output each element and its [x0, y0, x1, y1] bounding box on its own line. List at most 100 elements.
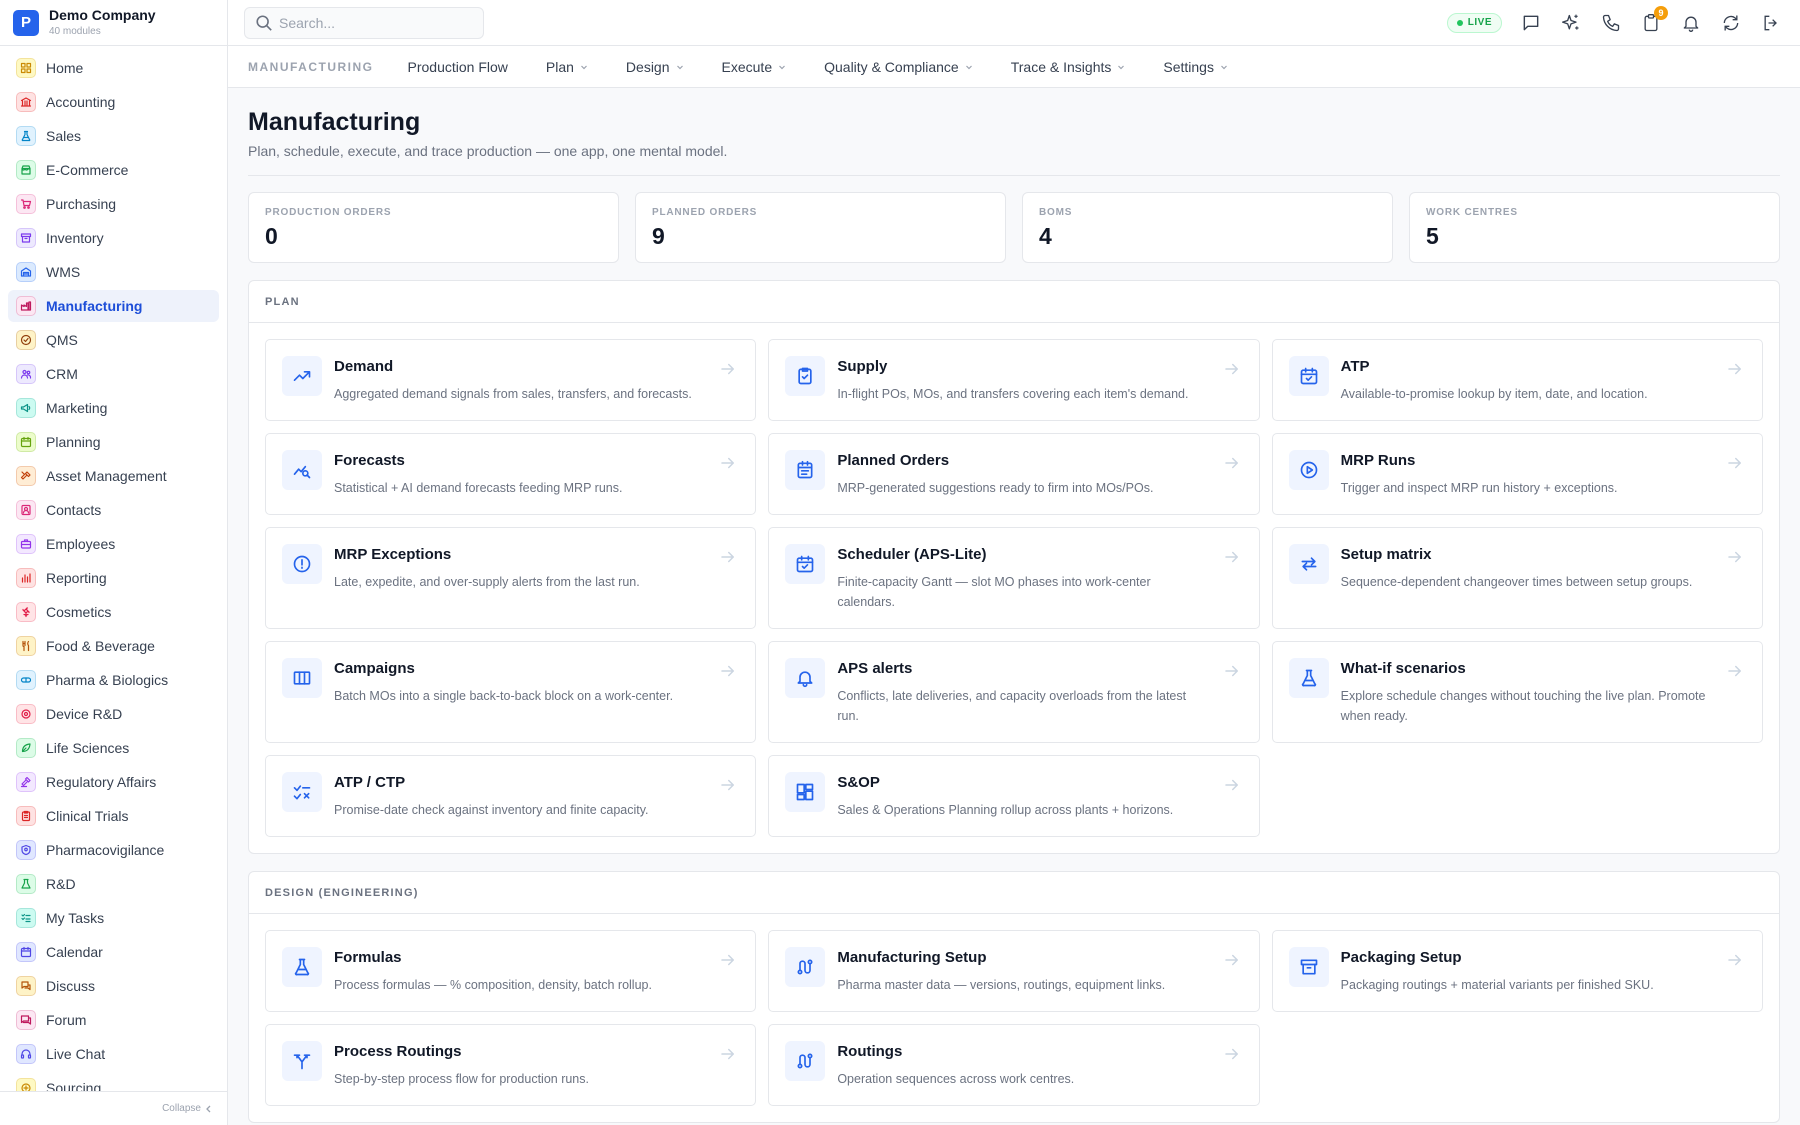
- sidebar-item-sales[interactable]: Sales: [8, 120, 219, 152]
- megaphone-icon-wrap: [16, 398, 36, 418]
- refresh-icon: [1723, 15, 1739, 30]
- sidebar-item-pharmacovigilance[interactable]: Pharmacovigilance: [8, 834, 219, 866]
- module-nav-execute[interactable]: Execute: [722, 59, 787, 75]
- clipboard-check-icon: [798, 367, 812, 385]
- sidebar: P Demo Company 40 modules Home Accounting…: [0, 0, 228, 1125]
- sidebar-item-r-d[interactable]: R&D: [8, 868, 219, 900]
- bar-chart-icon-wrap: [16, 568, 36, 588]
- sidebar-item-live-chat[interactable]: Live Chat: [8, 1038, 219, 1070]
- sidebar-item-forum[interactable]: Forum: [8, 1004, 219, 1036]
- logout-button[interactable]: [1760, 12, 1782, 34]
- card-atp-ctp[interactable]: ATP / CTP Promise-date check against inve…: [265, 755, 757, 837]
- card-process-routings[interactable]: Process Routings Step-by-step process flo…: [265, 1024, 757, 1106]
- card-demand[interactable]: Demand Aggregated demand signals from sal…: [265, 339, 757, 421]
- search-box[interactable]: [244, 6, 484, 39]
- sidebar-item-home[interactable]: Home: [8, 52, 219, 84]
- sidebar-item-sourcing[interactable]: Sourcing: [8, 1072, 219, 1091]
- card-supply[interactable]: Supply In-flight POs, MOs, and transfers …: [768, 339, 1260, 421]
- sidebar-item-life-sciences[interactable]: Life Sciences: [8, 732, 219, 764]
- search-input[interactable]: [279, 14, 469, 31]
- sidebar-item-label: Marketing: [46, 400, 108, 416]
- sidebar-item-food-beverage[interactable]: Food & Beverage: [8, 630, 219, 662]
- live-status-badge: LIVE: [1446, 12, 1502, 33]
- module-nav-design[interactable]: Design: [626, 59, 684, 75]
- sidebar-item-cosmetics[interactable]: Cosmetics: [8, 596, 219, 628]
- card-forecasts[interactable]: Forecasts Statistical + AI demand forecas…: [265, 433, 757, 515]
- card-atp[interactable]: ATP Available-to-promise lookup by item, …: [1271, 339, 1763, 421]
- leaf-icon-wrap: [16, 738, 36, 758]
- card-campaigns[interactable]: Campaigns Batch MOs into a single back-to…: [265, 641, 757, 743]
- main-content: Manufacturing Plan, schedule, execute, a…: [228, 88, 1800, 1125]
- card-aps-alerts[interactable]: APS alerts Conflicts, late deliveries, an…: [768, 641, 1260, 743]
- sidebar-item-qms[interactable]: QMS: [8, 324, 219, 356]
- notifications-button[interactable]: [1680, 12, 1702, 34]
- utensils-icon-wrap: [16, 636, 36, 656]
- sidebar-item-label: R&D: [46, 876, 76, 892]
- module-nav-plan[interactable]: Plan: [546, 59, 588, 75]
- collapse-button[interactable]: Collapse: [0, 1091, 227, 1125]
- sidebar-item-my-tasks[interactable]: My Tasks: [8, 902, 219, 934]
- card-manufacturing-setup[interactable]: Manufacturing Setup Pharma master data — …: [768, 930, 1260, 1012]
- module-nav-trace-insights[interactable]: Trace & Insights: [1011, 59, 1126, 75]
- users-icon-wrap: [16, 364, 36, 384]
- sidebar-item-label: Accounting: [46, 94, 116, 110]
- tasks-button[interactable]: 9: [1640, 5, 1668, 34]
- card-mrp-exceptions[interactable]: MRP Exceptions Late, expedite, and over-s…: [265, 527, 757, 629]
- sidebar-item-calendar[interactable]: Calendar: [8, 936, 219, 968]
- page-title: Manufacturing: [248, 108, 421, 136]
- sidebar-item-wms[interactable]: WMS: [8, 256, 219, 288]
- stat-card: BOMS 4: [1022, 192, 1393, 263]
- sidebar-item-regulatory-affairs[interactable]: Regulatory Affairs: [8, 766, 219, 798]
- sidebar-item-discuss[interactable]: Discuss: [8, 970, 219, 1002]
- card-routings[interactable]: Routings Operation sequences across work …: [768, 1024, 1260, 1106]
- collapse-label: Collapse: [162, 1103, 201, 1114]
- phone-button[interactable]: [1600, 12, 1622, 34]
- card-icon-wrap: [785, 947, 826, 987]
- sidebar-item-label: Food & Beverage: [46, 638, 155, 654]
- card-packaging-setup[interactable]: Packaging Setup Packaging routings + mate…: [1271, 930, 1763, 1012]
- module-nav-label: Plan: [545, 58, 574, 75]
- sidebar-item-asset-management[interactable]: Asset Management: [8, 460, 219, 492]
- logout-icon: [1764, 15, 1777, 30]
- sidebar-item-clinical-trials[interactable]: Clinical Trials: [8, 800, 219, 832]
- sidebar-item-inventory[interactable]: Inventory: [8, 222, 219, 254]
- module-nav-quality-compliance[interactable]: Quality & Compliance: [824, 59, 973, 75]
- sidebar-item-crm[interactable]: CRM: [8, 358, 219, 390]
- card-description: Sequence-dependent changeover times betw…: [1340, 575, 1693, 589]
- company-name: Demo Company: [49, 7, 156, 24]
- card-icon-wrap: [1288, 356, 1329, 396]
- card-setup-matrix[interactable]: Setup matrix Sequence-dependent changeove…: [1271, 527, 1763, 629]
- card-formulas[interactable]: Formulas Process formulas — % composition…: [265, 930, 757, 1012]
- chart-search-icon: [293, 465, 311, 479]
- sidebar-item-device-r-d[interactable]: Device R&D: [8, 698, 219, 730]
- ai-assistant-button[interactable]: [1560, 12, 1582, 34]
- card-title: MRP Runs: [1340, 452, 1416, 469]
- module-nav-settings[interactable]: Settings: [1163, 59, 1228, 75]
- sidebar-item-planning[interactable]: Planning: [8, 426, 219, 458]
- card-mrp-runs[interactable]: MRP Runs Trigger and inspect MRP run hist…: [1271, 433, 1763, 515]
- sidebar-item-purchasing[interactable]: Purchasing: [8, 188, 219, 220]
- card-scheduler-aps-lite[interactable]: Scheduler (APS-Lite) Finite-capacity Gant…: [768, 527, 1260, 629]
- sidebar-item-e-commerce[interactable]: E-Commerce: [8, 154, 219, 186]
- sidebar-nav: Home Accounting Sales E-Commerce Purchasing I…: [0, 46, 227, 1091]
- module-nav-production-flow[interactable]: Production Flow: [408, 59, 508, 75]
- company-switcher[interactable]: P Demo Company 40 modules: [0, 0, 227, 46]
- split-icon: [293, 1054, 311, 1070]
- card-description: Step-by-step process flow for production…: [334, 1072, 589, 1086]
- sidebar-item-reporting[interactable]: Reporting: [8, 562, 219, 594]
- sidebar-item-accounting[interactable]: Accounting: [8, 86, 219, 118]
- sidebar-item-manufacturing[interactable]: Manufacturing: [8, 290, 219, 322]
- sync-button[interactable]: [1720, 12, 1742, 34]
- sidebar-item-employees[interactable]: Employees: [8, 528, 219, 560]
- factory-icon-wrap: [16, 296, 36, 316]
- arrow-right-icon: [1224, 1048, 1238, 1060]
- messages-button[interactable]: [1520, 12, 1542, 34]
- clipboard-icon: [21, 810, 31, 822]
- sidebar-item-marketing[interactable]: Marketing: [8, 392, 219, 424]
- card-planned-orders[interactable]: Planned Orders MRP-generated suggestions …: [768, 433, 1260, 515]
- card-what-if-scenarios[interactable]: What-if scenarios Explore schedule change…: [1271, 641, 1763, 743]
- card-s-op[interactable]: S&OP Sales & Operations Planning rollup a…: [768, 755, 1260, 837]
- sidebar-item-pharma-biologics[interactable]: Pharma & Biologics: [8, 664, 219, 696]
- check-circle-icon: [20, 334, 32, 346]
- sidebar-item-contacts[interactable]: Contacts: [8, 494, 219, 526]
